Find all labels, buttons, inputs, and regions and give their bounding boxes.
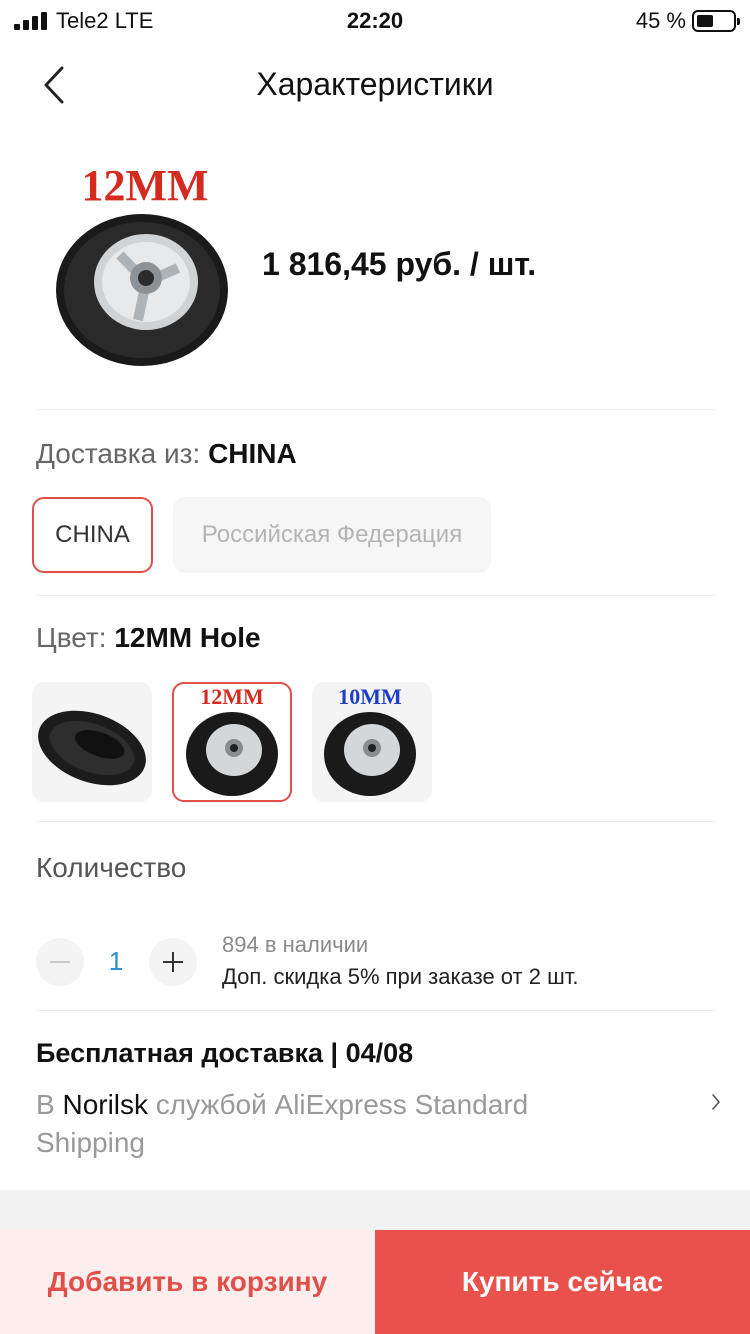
- delivery-description[interactable]: В Norilsk службой AliExpress Standard Sh…: [36, 1086, 636, 1162]
- shipping-option-russia[interactable]: Российская Федерация: [173, 497, 491, 573]
- delivery-details-button[interactable]: [708, 1090, 724, 1114]
- quantity-label: Количество: [36, 852, 187, 883]
- increase-quantity-button[interactable]: [149, 938, 197, 986]
- header: Характеристики: [0, 42, 750, 126]
- color-label: Цвет: 12MM Hole: [36, 622, 261, 653]
- swatch-caption-10mm: 10MM: [338, 684, 402, 709]
- battery-icon: [692, 10, 740, 32]
- page-title: Характеристики: [256, 66, 494, 102]
- divider: [36, 595, 716, 596]
- product-price: 1 816,45 руб. / шт.: [262, 246, 537, 282]
- product-image-label: 12MM: [81, 161, 208, 210]
- divider: [36, 1010, 716, 1011]
- shipping-option-china[interactable]: CHINA: [32, 497, 153, 573]
- color-value: 12MM Hole: [114, 622, 261, 653]
- add-to-cart-button[interactable]: Добавить в корзину: [0, 1230, 375, 1334]
- divider: [36, 409, 716, 410]
- color-swatch-10mm[interactable]: 10MM: [312, 682, 432, 802]
- decrease-quantity-button[interactable]: [36, 938, 84, 986]
- buy-now-button[interactable]: Купить сейчас: [375, 1230, 750, 1334]
- minus-icon: [50, 961, 70, 963]
- free-delivery-title: Бесплатная доставка | 04/08: [36, 1038, 414, 1068]
- shipping-from-label: Доставка из: CHINA: [36, 438, 297, 469]
- quantity-value[interactable]: 1: [96, 946, 136, 977]
- swatch-caption-12mm: 12MM: [200, 684, 264, 709]
- divider: [36, 821, 716, 822]
- chevron-right-icon: [712, 1094, 720, 1110]
- product-image: 12MM: [50, 150, 240, 380]
- bulk-discount-note: Доп. скидка 5% при заказе от 2 шт.: [222, 964, 579, 989]
- plus-icon: [163, 952, 183, 972]
- section-separator: [0, 1190, 750, 1230]
- status-bar: Tele2 LTE 22:20 45 %: [0, 0, 750, 42]
- battery-percent: 45 %: [635, 8, 686, 33]
- color-swatch-tire[interactable]: [32, 682, 152, 802]
- stock-count: 894 в наличии: [222, 932, 369, 957]
- shipping-from-value: CHINA: [208, 438, 297, 469]
- color-swatch-12mm[interactable]: 12MM: [172, 682, 292, 802]
- delivery-city: Norilsk: [62, 1089, 149, 1120]
